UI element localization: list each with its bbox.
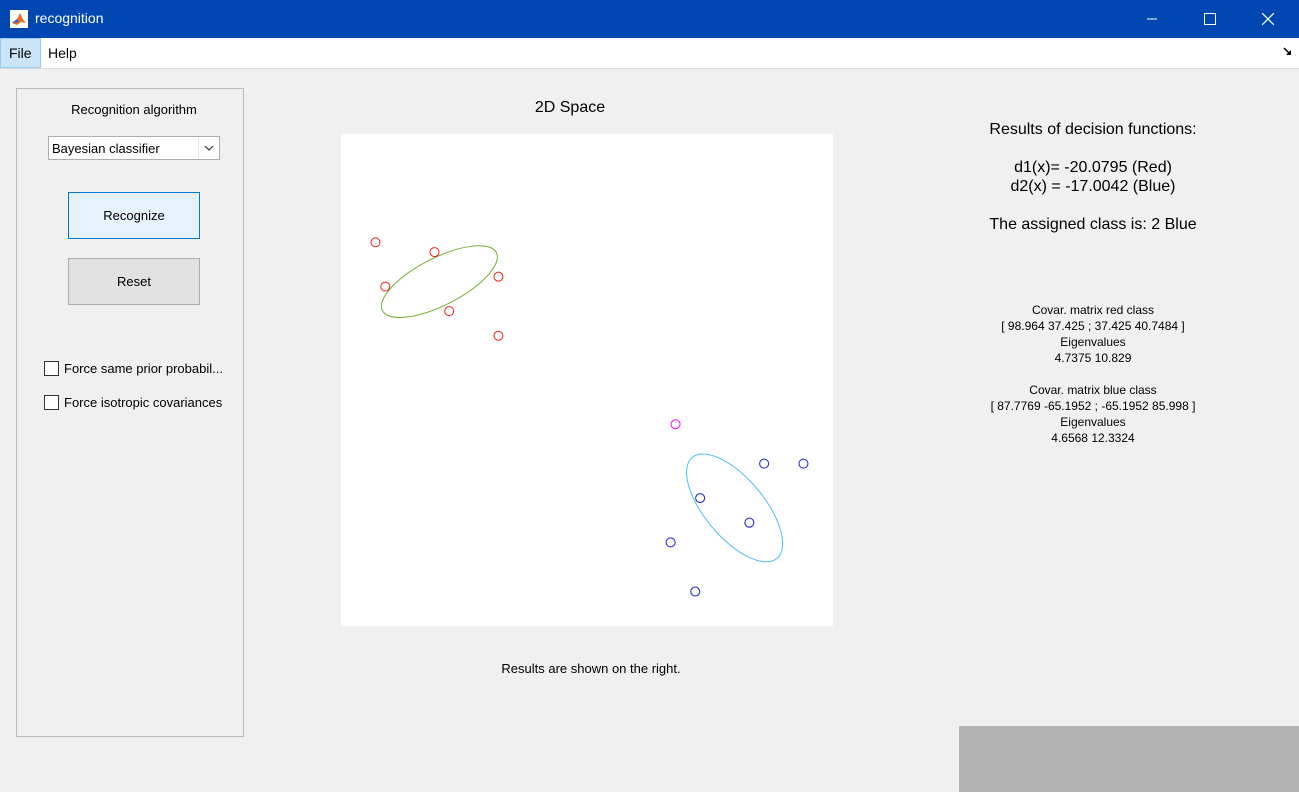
data-point-s1-4 — [380, 281, 391, 292]
menu-file[interactable]: File — [0, 38, 41, 68]
scatter-plot — [370, 237, 809, 597]
data-point-s2-1 — [759, 458, 770, 469]
gray-panel — [959, 726, 1299, 792]
minimize-icon — [1147, 18, 1157, 20]
eig-red-values: 4.7375 10.829 — [1054, 351, 1132, 365]
covariance-ellipse-2 — [686, 453, 784, 563]
data-point-s2-5 — [665, 537, 676, 548]
data-point-s1-3 — [493, 271, 504, 282]
same-prior-label: Force same prior probabil... — [64, 361, 223, 376]
eig-blue-title: Eigenvalues — [1060, 415, 1126, 429]
data-point-s1-6 — [493, 330, 504, 341]
title-bar: recognition — [0, 0, 1299, 38]
data-point-s1-5 — [444, 306, 455, 317]
window-title: recognition — [35, 10, 104, 26]
eig-blue-values: 4.6568 12.3324 — [1051, 431, 1135, 445]
same-prior-checkbox[interactable] — [44, 361, 59, 376]
d2-result: d2(x) = -17.0042 (Blue) — [1010, 178, 1176, 195]
menu-help[interactable]: Help — [40, 38, 85, 68]
status-text: Results are shown on the right. — [501, 661, 681, 676]
isotropic-cov-checkbox[interactable] — [44, 395, 59, 410]
cov-red-matrix: [ 98.964 37.425 ; 37.425 40.7484 ] — [1001, 319, 1185, 333]
covariance-ellipse-1 — [380, 245, 498, 318]
maximize-button[interactable] — [1181, 0, 1239, 38]
data-point-s2-4 — [744, 517, 755, 528]
data-point-s2-3 — [695, 493, 706, 504]
cov-red-title: Covar. matrix red class — [1031, 303, 1155, 317]
data-point-s2-6 — [690, 586, 701, 597]
eig-red-title: Eigenvalues — [1060, 335, 1126, 349]
isotropic-cov-label: Force isotropic covariances — [64, 395, 223, 410]
data-point-s1-2 — [429, 247, 440, 258]
chevron-down-icon — [198, 137, 219, 159]
algorithm-label: Recognition algorithm — [71, 102, 197, 117]
menu-bar: File Help — [0, 38, 1299, 69]
d1-result: d1(x)= -20.0795 (Red) — [1014, 159, 1172, 176]
algorithm-select[interactable]: Bayesian classifier — [48, 136, 220, 160]
plot-area[interactable] — [341, 134, 833, 626]
control-panel — [16, 88, 244, 737]
assigned-class: The assigned class is: 2 Blue — [989, 216, 1197, 233]
data-point-s2-2 — [798, 458, 809, 469]
cov-blue-title: Covar. matrix blue class — [1029, 383, 1157, 397]
matlab-icon — [10, 10, 28, 28]
data-point-s3-1 — [670, 419, 681, 430]
recognize-button[interactable]: Recognize — [68, 192, 200, 239]
reset-button[interactable]: Reset — [68, 258, 200, 305]
cov-blue-matrix: [ 87.7769 -65.1952 ; -65.1952 85.998 ] — [990, 399, 1196, 413]
results-header: Results of decision functions: — [989, 121, 1197, 138]
maximize-icon — [1204, 13, 1216, 25]
close-button[interactable] — [1239, 0, 1297, 38]
data-point-s1-1 — [370, 237, 381, 248]
minimize-button[interactable] — [1123, 0, 1181, 38]
close-icon — [1262, 13, 1274, 25]
plot-title: 2D Space — [534, 99, 606, 116]
dock-arrow-icon[interactable] — [1283, 46, 1293, 58]
algorithm-select-value: Bayesian classifier — [52, 141, 160, 156]
